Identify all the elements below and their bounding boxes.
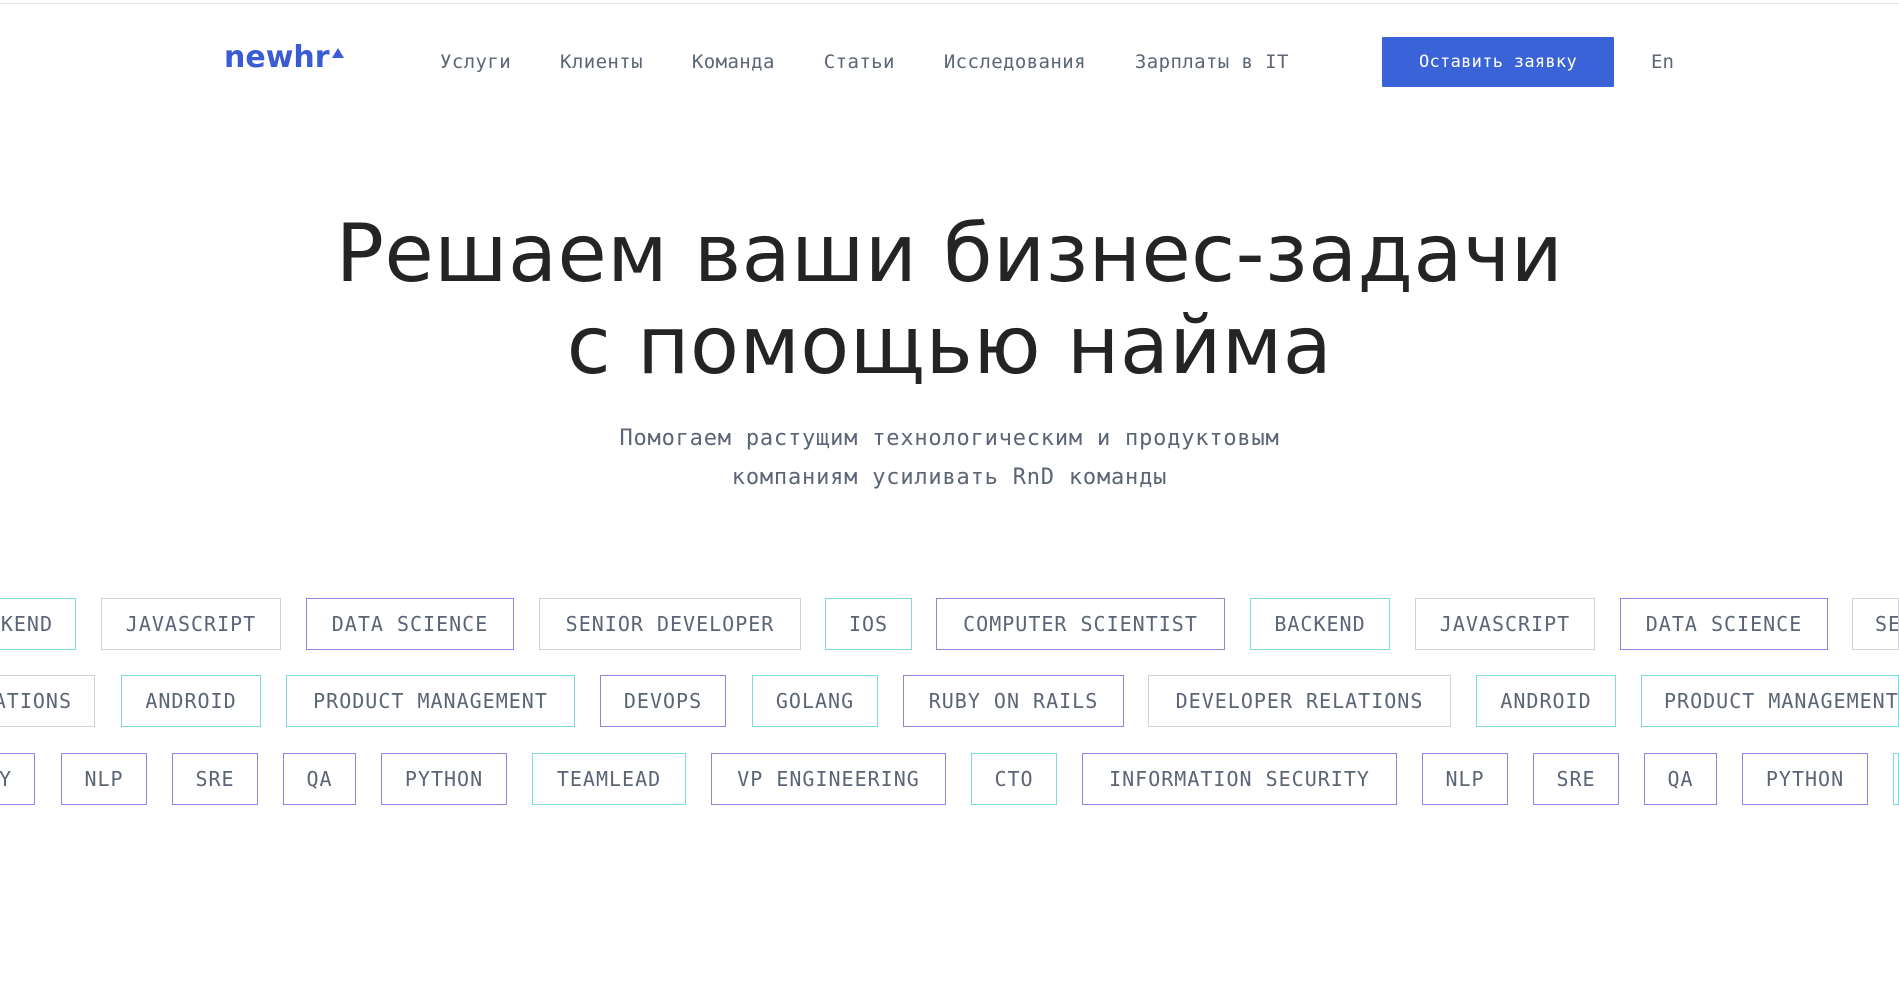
tag-chip: INFORMATION SECURITY [1082,753,1397,805]
tag-chip: QA [1644,753,1717,805]
tag-chip: GOLANG [752,675,878,727]
hero-title-line-1: Решаем ваши бизнес-задачи [335,207,1564,300]
logo-wordmark: newhr [224,40,330,75]
nav-link-team[interactable]: Команда [692,48,775,76]
nav-link-research[interactable]: Исследования [944,48,1086,76]
tag-chip: ATIONS [0,675,95,727]
language-switch-en[interactable]: En [1651,48,1674,76]
tag-chip: JAVASCRIPT [101,598,281,650]
nav-link-clients[interactable]: Клиенты [560,48,643,76]
main-nav: Услуги Клиенты Команда Статьи Исследован… [440,48,1289,76]
tag-chip: SENIOR DEVELOPER [539,598,801,650]
tag-chip: SRE [1533,753,1619,805]
tag-chip: KEND [0,598,76,650]
tag-chip: BACKEND [1250,598,1390,650]
logo-triangle-icon [331,48,344,58]
tag-chip: PYTHON [1742,753,1868,805]
tag-chip: TEAMLEAD [532,753,686,805]
tag-chip: DEVELOPER RELATIONS [1148,675,1451,727]
tag-chip: ANDROID [121,675,261,727]
tag-row-3: Y NLP SRE QA PYTHON TEAMLEAD VP ENGINEER… [0,753,1899,805]
tag-chip: JAVASCRIPT [1415,598,1595,650]
tag-chip: CTO [971,753,1057,805]
hero-subtitle-line-1: Помогаем растущим технологическим и прод… [619,426,1280,451]
tag-chip [1893,753,1899,805]
tag-row-2: ATIONS ANDROID PRODUCT MANAGEMENT DEVOPS… [0,675,1899,727]
nav-link-articles[interactable]: Статьи [824,48,895,76]
tag-chip: RUBY ON RAILS [903,675,1124,727]
hero-subtitle-line-2: компаниям усиливать RnD команды [731,465,1168,490]
tag-chip: DATA SCIENCE [1620,598,1828,650]
tag-chip: NLP [61,753,147,805]
tag-chip: VP ENGINEERING [711,753,946,805]
nav-link-salaries[interactable]: Зарплаты в IT [1135,48,1289,76]
tag-chip: SE [1852,598,1899,650]
site-header: newhr Услуги Клиенты Команда Статьи Иссл… [0,4,1899,112]
tag-chip: IOS [825,598,912,650]
tag-chip: PRODUCT MANAGEMENT [286,675,575,727]
nav-link-services[interactable]: Услуги [440,48,511,76]
tag-chip: QA [283,753,356,805]
hero-title: Решаем ваши бизнес-задачи с помощью найм… [0,208,1899,392]
newhr-logo[interactable]: newhr [224,40,344,76]
tag-chip: DEVOPS [600,675,726,727]
leave-request-button[interactable]: Оставить заявку [1382,37,1614,87]
hero-title-line-2: с помощью найма [566,299,1333,392]
tag-row-1: KEND JAVASCRIPT DATA SCIENCE SENIOR DEVE… [0,598,1899,650]
tag-chip: Y [0,753,35,805]
hero-subtitle: Помогаем растущим технологическим и прод… [0,419,1899,497]
tag-chip: ANDROID [1476,675,1616,727]
tag-chip: SRE [172,753,258,805]
tag-chip: COMPUTER SCIENTIST [936,598,1225,650]
tag-chip: NLP [1422,753,1508,805]
tag-chip: PRODUCT MANAGEMENT [1641,675,1899,727]
tag-chip: DATA SCIENCE [306,598,514,650]
tag-chip: PYTHON [381,753,507,805]
